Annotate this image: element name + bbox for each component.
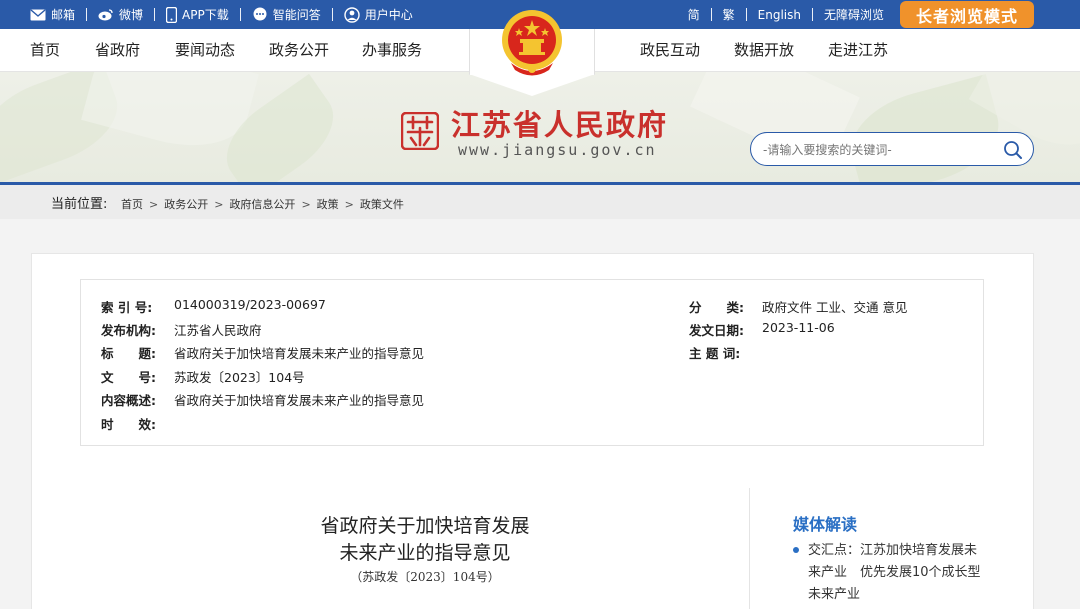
meta-date-row: 发文日期: 2023-11-06: [689, 320, 835, 339]
smart-qa-link[interactable]: 智能问答: [252, 6, 321, 23]
breadcrumb-gov-affairs[interactable]: 政务公开: [164, 196, 208, 212]
separator: [154, 8, 156, 21]
nav-services[interactable]: 办事服务: [362, 29, 422, 72]
meta-label: 发文日期:: [689, 323, 744, 338]
breadcrumb: 首页 > 政务公开 > 政府信息公开 > 政策 > 政策文件: [121, 196, 404, 212]
meta-label: 时 效:: [101, 417, 156, 432]
meta-label: 发布机构:: [101, 323, 156, 338]
simplified-chinese-link[interactable]: 简: [688, 6, 700, 23]
document-metadata-box: 索 引 号: 014000319/2023-00697 发布机构: 江苏省人民政…: [80, 279, 984, 446]
user-center-label: 用户中心: [364, 8, 413, 22]
app-download-label: APP下载: [182, 8, 229, 22]
breadcrumb-separator: >: [301, 197, 311, 211]
document-title: 省政府关于加快培育发展 未来产业的指导意见: [250, 513, 600, 567]
meta-value: 2023-11-06: [762, 320, 835, 335]
meta-keywords-row: 主 题 词:: [689, 343, 762, 362]
separator: [86, 8, 88, 21]
meta-label: 索 引 号:: [101, 300, 153, 315]
user-icon: [344, 6, 360, 23]
elder-mode-button[interactable]: 长者浏览模式: [900, 1, 1034, 28]
weibo-icon: [98, 9, 113, 21]
column-divider: [749, 488, 750, 609]
meta-value: 省政府关于加快培育发展未来产业的指导意见: [174, 393, 425, 408]
site-url: www.jiangsu.gov.cn: [458, 141, 657, 159]
separator: [331, 8, 333, 21]
nav-interaction[interactable]: 政民互动: [640, 29, 700, 72]
meta-index-row: 索 引 号: 014000319/2023-00697: [101, 297, 326, 316]
search-icon[interactable]: [1003, 140, 1023, 160]
document-number: （苏政发〔2023〕104号）: [350, 570, 500, 584]
meta-value: 政府文件 工业、交通 意见: [762, 300, 908, 315]
meta-value: 014000319/2023-00697: [174, 297, 326, 312]
meta-value: 苏政发〔2023〕104号: [174, 370, 305, 385]
meta-label: 内容概述:: [101, 393, 156, 408]
meta-label: 分 类:: [689, 300, 744, 315]
top-left-links: 邮箱 微博 APP下载 智能问答 用户中心: [30, 0, 413, 29]
nav-home[interactable]: 首页: [30, 29, 60, 72]
breadcrumb-label: 当前位置:: [51, 197, 108, 212]
mail-icon: [30, 8, 46, 20]
weibo-link[interactable]: 微博: [98, 6, 143, 23]
separator: [710, 8, 712, 21]
breadcrumb-policy[interactable]: 政策: [317, 196, 339, 212]
search-box: [750, 132, 1034, 166]
smart-qa-label: 智能问答: [272, 8, 321, 22]
meta-value: 省政府关于加快培育发展未来产业的指导意见: [174, 346, 425, 361]
mail-label: 邮箱: [51, 8, 76, 22]
weibo-label: 微博: [119, 8, 144, 22]
user-center-link[interactable]: 用户中心: [344, 6, 413, 23]
traditional-chinese-link[interactable]: 繁: [723, 6, 735, 23]
site-title[interactable]: 江苏省人民政府: [451, 102, 668, 144]
breadcrumb-home[interactable]: 首页: [121, 196, 143, 212]
nav-news[interactable]: 要闻动态: [175, 29, 235, 72]
breadcrumb-bar: 当前位置: 首页 > 政务公开 > 政府信息公开 > 政策 > 政策文件: [0, 185, 1080, 219]
breadcrumb-separator: >: [214, 197, 224, 211]
meta-label: 主 题 词:: [689, 346, 741, 361]
meta-validity-row: 时 效:: [101, 414, 174, 433]
jiangsu-logo-icon: [401, 112, 439, 150]
meta-category-row: 分 类: 政府文件 工业、交通 意见: [689, 297, 907, 316]
separator: [811, 8, 813, 21]
nav-about-jiangsu[interactable]: 走进江苏: [828, 29, 888, 72]
meta-summary-row: 内容概述: 省政府关于加快培育发展未来产业的指导意见: [101, 390, 424, 409]
nav-open-data[interactable]: 数据开放: [734, 29, 794, 72]
media-interpretation-heading: 媒体解读: [793, 515, 858, 534]
top-right-links: 简 繁 English 无障碍浏览: [688, 0, 884, 29]
breadcrumb-separator: >: [344, 197, 354, 211]
chat-icon: [253, 7, 267, 21]
breadcrumb-policy-docs[interactable]: 政策文件: [360, 196, 404, 212]
meta-title-row: 标 题: 省政府关于加快培育发展未来产业的指导意见: [101, 343, 424, 362]
meta-docno-row: 文 号: 苏政发〔2023〕104号: [101, 367, 305, 386]
document-title-line: 未来产业的指导意见: [339, 542, 511, 564]
media-interpretation-link[interactable]: 交汇点：江苏加快培育发展未来产业 优先发展10个成长型未来产业: [808, 540, 988, 606]
breadcrumb-separator: >: [149, 197, 159, 211]
breadcrumb-gov-info[interactable]: 政府信息公开: [229, 196, 295, 212]
meta-value: 江苏省人民政府: [174, 323, 262, 338]
mail-link[interactable]: 邮箱: [30, 6, 75, 23]
separator: [745, 8, 747, 21]
accessibility-link[interactable]: 无障碍浏览: [824, 6, 884, 23]
nav-provincial-gov[interactable]: 省政府: [95, 29, 140, 72]
meta-label: 标 题:: [101, 346, 156, 361]
nav-gov-affairs[interactable]: 政务公开: [269, 29, 329, 72]
app-download-link[interactable]: APP下载: [166, 6, 229, 23]
document-title-line: 省政府关于加快培育发展: [320, 515, 530, 537]
separator: [239, 8, 241, 21]
english-link[interactable]: English: [758, 8, 801, 22]
phone-icon: [166, 6, 178, 23]
meta-label: 文 号:: [101, 370, 156, 385]
bullet-icon: [793, 547, 799, 553]
search-input[interactable]: [763, 141, 993, 159]
national-emblem-icon[interactable]: [497, 7, 567, 79]
meta-publisher-row: 发布机构: 江苏省人民政府: [101, 320, 262, 339]
